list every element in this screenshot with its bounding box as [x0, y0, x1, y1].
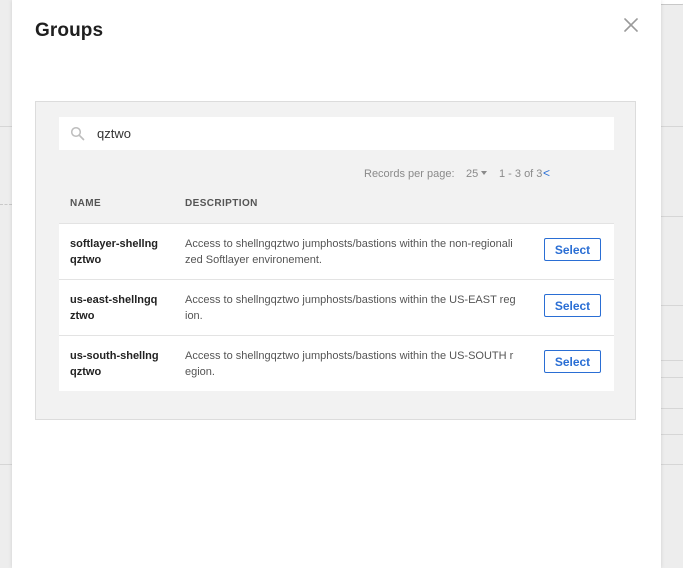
group-name: us-east-shellngqztwo	[70, 294, 158, 322]
column-header-description: DESCRIPTION	[185, 198, 258, 209]
group-name: us-south-shellngqztwo	[70, 350, 159, 378]
search-box	[59, 117, 614, 150]
table-row: softlayer-shellngqztwo Access to shellng…	[59, 223, 614, 279]
table-row: us-south-shellngqztwo Access to shellngq…	[59, 335, 614, 391]
select-button[interactable]: Select	[544, 294, 601, 317]
backdrop-divider	[661, 434, 683, 435]
backdrop-left	[0, 0, 12, 568]
records-per-page-value: 25	[466, 168, 479, 180]
table-header: NAME DESCRIPTION	[59, 187, 614, 223]
groups-table: NAME DESCRIPTION softlayer-shellngqztwo …	[59, 187, 614, 391]
search-input[interactable]	[97, 117, 597, 150]
records-range: 1 - 3 of 3	[499, 168, 543, 180]
search-icon	[70, 126, 85, 141]
select-button[interactable]: Select	[544, 350, 601, 373]
modal-title: Groups	[35, 20, 104, 41]
backdrop-divider	[661, 305, 683, 306]
previous-page-button[interactable]: <	[543, 166, 550, 180]
backdrop-divider	[661, 408, 683, 409]
groups-panel: Records per page: 25 1 - 3 of 3 < NAME D…	[35, 101, 636, 420]
caret-down-icon	[481, 171, 488, 175]
backdrop-divider	[661, 216, 683, 217]
close-button[interactable]	[621, 15, 641, 35]
table-row: us-east-shellngqztwo Access to shellngqz…	[59, 279, 614, 335]
group-name: softlayer-shellngqztwo	[70, 238, 159, 266]
column-header-name: NAME	[70, 198, 102, 209]
records-per-page-select[interactable]: 25	[466, 168, 488, 180]
backdrop-right	[661, 0, 683, 568]
backdrop-divider	[0, 464, 12, 465]
group-description: Access to shellngqztwo jumphosts/bastion…	[185, 294, 516, 322]
groups-modal: Groups Records per page: 25 1 - 3 of 3 <…	[12, 0, 661, 568]
group-description: Access to shellngqztwo jumphosts/bastion…	[185, 238, 513, 266]
backdrop-divider	[661, 464, 683, 465]
group-description: Access to shellngqztwo jumphosts/bastion…	[185, 350, 514, 378]
backdrop-dashed-line	[0, 204, 12, 205]
close-icon	[624, 18, 638, 32]
backdrop-divider	[661, 360, 683, 361]
backdrop-divider	[661, 377, 683, 378]
backdrop-divider	[0, 126, 12, 127]
backdrop-divider	[661, 126, 683, 127]
select-button[interactable]: Select	[544, 238, 601, 261]
records-per-page-label: Records per page:	[364, 168, 455, 180]
